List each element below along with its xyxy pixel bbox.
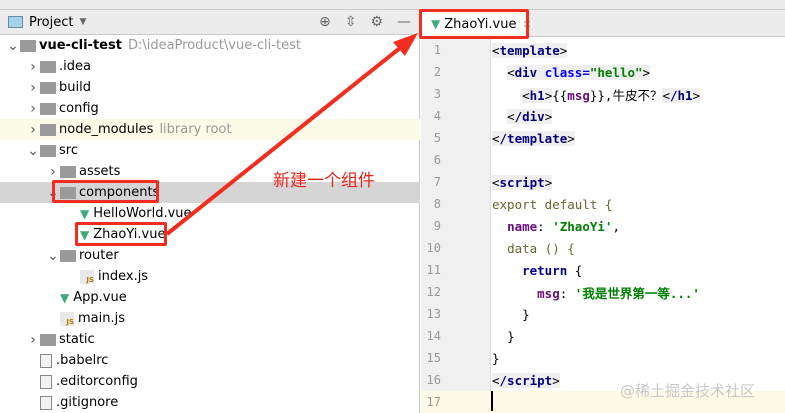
annotation-text: 新建一个组件 bbox=[273, 171, 375, 191]
watermark: @稀土掘金技术社区 bbox=[620, 382, 756, 400]
annotation-arrow bbox=[165, 33, 418, 236]
